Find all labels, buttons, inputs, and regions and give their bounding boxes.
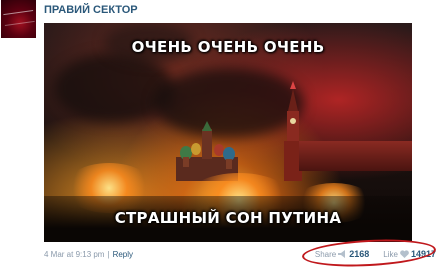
like-button[interactable]: Like 14917 — [383, 249, 436, 259]
megaphone-icon — [338, 250, 346, 258]
post-meta: 4 Mar at 9:13 pm | Reply — [44, 250, 133, 259]
meta-separator: | — [107, 250, 110, 259]
share-label: Share — [314, 249, 337, 259]
post-actions: Share 2168 Like 14917 — [315, 249, 436, 259]
author-name[interactable]: ПРАВИЙ СЕКТОР — [44, 4, 138, 16]
avatar[interactable] — [1, 0, 36, 38]
reply-link[interactable]: Reply — [113, 250, 133, 259]
post-timestamp[interactable]: 4 Mar at 9:13 pm — [44, 250, 104, 259]
like-count: 14917 — [410, 249, 436, 259]
image-caption-bottom: СТРАШНЫЙ СОН ПУТИНА — [114, 209, 342, 227]
share-button[interactable]: Share 2168 — [315, 249, 369, 259]
image-caption-top: ОЧЕНЬ ОЧЕНЬ ОЧЕНЬ — [131, 38, 325, 56]
post-image[interactable]: ОЧЕНЬ ОЧЕНЬ ОЧЕНЬ СТРАШНЫЙ СОН ПУТИНА — [44, 23, 412, 242]
share-count: 2168 — [349, 249, 370, 259]
heart-icon — [400, 250, 409, 258]
avatar-signature — [3, 9, 35, 27]
cathedral-illustration — [176, 121, 238, 181]
like-label: Like — [383, 249, 398, 259]
kremlin-wall — [299, 141, 412, 171]
